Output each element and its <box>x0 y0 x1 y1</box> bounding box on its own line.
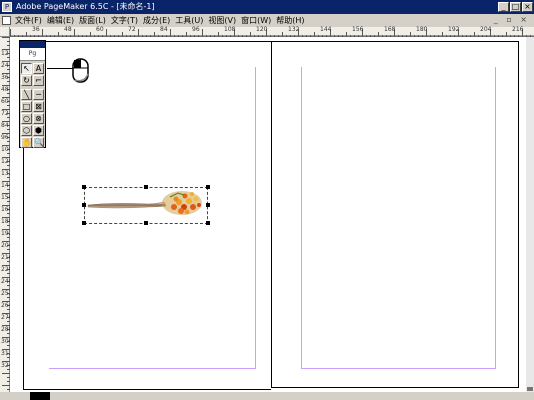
menu-window[interactable]: 窗口(W) <box>241 15 271 26</box>
ruler-label: 24 <box>1 62 9 69</box>
ruler-label: 60 <box>1 98 9 105</box>
menu-file[interactable]: 文件(F) <box>15 15 42 26</box>
selection-handle[interactable] <box>206 221 210 225</box>
document-icon[interactable] <box>2 16 11 25</box>
placed-image-spoon-with-fruit[interactable] <box>86 187 206 222</box>
ruler-label: 48 <box>1 86 9 93</box>
zoom-tool-icon[interactable]: 🔍 <box>33 137 44 148</box>
menu-view[interactable]: 视图(V) <box>208 15 236 26</box>
menu-edit[interactable]: 编辑(E) <box>47 15 74 26</box>
ruler-label: 36 <box>32 26 40 33</box>
pointer-tool-icon[interactable]: ↖ <box>21 63 32 74</box>
style-preview: Pg <box>20 48 45 61</box>
minimize-button[interactable]: _ <box>498 2 509 12</box>
menu-help[interactable]: 帮助(H) <box>276 15 304 26</box>
mouse-icon <box>72 58 89 83</box>
margin-guide <box>49 368 256 369</box>
ruler-label: 12 <box>1 50 9 57</box>
ruler-label: 204 <box>480 26 492 33</box>
document-window-controls[interactable]: _ ▫ × <box>494 15 530 24</box>
ruler-label: 60 <box>96 26 104 33</box>
ruler-label: 84 <box>1 122 9 129</box>
constrained-line-tool-icon[interactable]: ─ <box>33 89 44 100</box>
rectangle-tool-icon[interactable]: □ <box>21 101 32 112</box>
menu-type[interactable]: 文字(T) <box>111 15 138 26</box>
ruler-label: 36 <box>1 74 9 81</box>
polygon-frame-tool-icon[interactable]: ⬢ <box>33 125 44 136</box>
crop-tool-icon[interactable]: ⌐ <box>33 75 44 86</box>
maximize-button[interactable]: □ <box>510 2 521 12</box>
app-icon[interactable]: P <box>2 2 12 12</box>
menu-layout[interactable]: 版面(L) <box>79 15 106 26</box>
rotate-tool-icon[interactable]: ↻ <box>21 75 32 86</box>
text-tool-icon[interactable]: A <box>33 63 44 74</box>
close-button[interactable]: × <box>522 2 533 12</box>
ruler-label: 72 <box>128 26 136 33</box>
vertical-scrollbar[interactable] <box>526 37 534 392</box>
ruler-label: 216 <box>512 26 524 33</box>
margin-guide <box>301 368 496 369</box>
ruler-label: 96 <box>192 26 200 33</box>
ruler-label: 72 <box>1 110 9 117</box>
selection-handle[interactable] <box>206 185 210 189</box>
ellipse-frame-tool-icon[interactable]: ⊗ <box>33 113 44 124</box>
horizontal-ruler[interactable]: 36 48 60 72 84 96 108 120 132 144 156 16… <box>10 27 534 37</box>
ruler-label: 180 <box>416 26 428 33</box>
line-tool-icon[interactable]: ╲ <box>21 89 32 100</box>
rectangle-frame-tool-icon[interactable]: ⊠ <box>33 101 44 112</box>
ruler-label: 120 <box>256 26 268 33</box>
margin-guide <box>255 67 256 369</box>
ruler-label: 108 <box>224 26 236 33</box>
selection-handle[interactable] <box>206 203 210 207</box>
ellipse-tool-icon[interactable]: ○ <box>21 113 32 124</box>
vertical-ruler[interactable]: 12 24 36 48 60 72 84 96 108 120 132 144 … <box>0 37 12 392</box>
title-bar[interactable]: P Adobe PageMaker 6.5C - [未命名-1] _ □ × <box>0 0 534 14</box>
ruler-label: 168 <box>384 26 396 33</box>
ruler-label: 48 <box>64 26 72 33</box>
hand-tool-icon[interactable]: ✋ <box>21 137 32 148</box>
ruler-label: 132 <box>288 26 300 33</box>
polygon-tool-icon[interactable]: ⬡ <box>21 125 32 136</box>
ruler-label: 156 <box>352 26 364 33</box>
callout-line <box>47 68 73 69</box>
right-page[interactable] <box>271 41 519 388</box>
toolbox-title-bar[interactable] <box>20 41 45 48</box>
menu-utilities[interactable]: 工具(U) <box>175 15 203 26</box>
ruler-label: 84 <box>160 26 168 33</box>
page-navigation-bar <box>0 392 534 400</box>
ruler-origin[interactable] <box>0 27 10 37</box>
ruler-label: 144 <box>320 26 332 33</box>
menu-element[interactable]: 成分(E) <box>143 15 170 26</box>
ruler-label: 192 <box>448 26 460 33</box>
toolbox-palette[interactable]: Pg ↖ A ↻ ⌐ ╲ ─ □ ⊠ ○ ⊗ ⬡ ⬢ ✋ 🔍 <box>19 40 46 148</box>
margin-guide <box>301 67 302 369</box>
margin-guide <box>495 67 496 369</box>
ruler-label: 96 <box>1 134 9 141</box>
page-icons[interactable] <box>30 392 50 400</box>
scroll-arrow-down-icon[interactable] <box>527 387 533 391</box>
window-title: Adobe PageMaker 6.5C - [未命名-1] <box>16 2 155 11</box>
